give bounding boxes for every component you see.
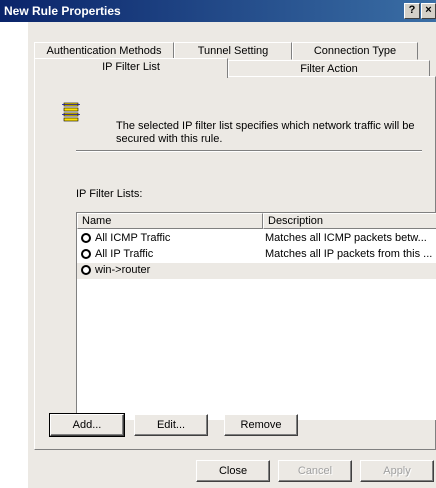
window-title: New Rule Properties: [4, 4, 121, 18]
add-button[interactable]: Add...: [49, 413, 125, 437]
tab-connection-type[interactable]: Connection Type: [292, 42, 418, 60]
list-item-selected[interactable]: win->router: [77, 263, 436, 279]
close-button[interactable]: Close: [196, 460, 270, 482]
radio-button[interactable]: [81, 249, 91, 259]
item-description: Matches all ICMP packets betw...: [265, 232, 427, 244]
list-item[interactable]: All IP Traffic Matches all IP packets fr…: [77, 247, 436, 263]
radio-button[interactable]: [81, 265, 91, 275]
edit-button[interactable]: Edit...: [134, 414, 208, 436]
dialog-window: New Rule Properties ? × Authentication M…: [0, 0, 436, 488]
list-item[interactable]: All ICMP Traffic Matches all ICMP packet…: [77, 231, 436, 247]
ip-filter-description: The selected IP filter list specifies wh…: [116, 120, 415, 145]
radio-button[interactable]: [81, 233, 91, 243]
column-header-name[interactable]: Name: [77, 213, 263, 229]
ip-filter-listview[interactable]: Name Description All ICMP Traffic Matche…: [76, 212, 436, 420]
item-name: win->router: [95, 264, 151, 276]
column-header-description[interactable]: Description: [263, 213, 436, 229]
apply-button[interactable]: Apply: [360, 460, 434, 482]
title-bar: New Rule Properties ? ×: [0, 0, 436, 22]
item-name: All ICMP Traffic: [95, 232, 171, 244]
remove-button[interactable]: Remove: [224, 414, 298, 436]
filter-list-icon: [62, 102, 80, 122]
dialog-client: Authentication Methods Tunnel Setting Co…: [28, 22, 436, 488]
separator: [76, 150, 422, 152]
close-window-button[interactable]: ×: [421, 3, 436, 19]
tab-ip-filter-list[interactable]: IP Filter List: [34, 58, 228, 78]
item-name: All IP Traffic: [95, 248, 154, 260]
item-description: Matches all IP packets from this ...: [265, 248, 433, 260]
help-button[interactable]: ?: [404, 3, 420, 19]
cancel-button[interactable]: Cancel: [278, 460, 352, 482]
ip-filter-lists-label: IP Filter Lists:: [76, 188, 143, 200]
